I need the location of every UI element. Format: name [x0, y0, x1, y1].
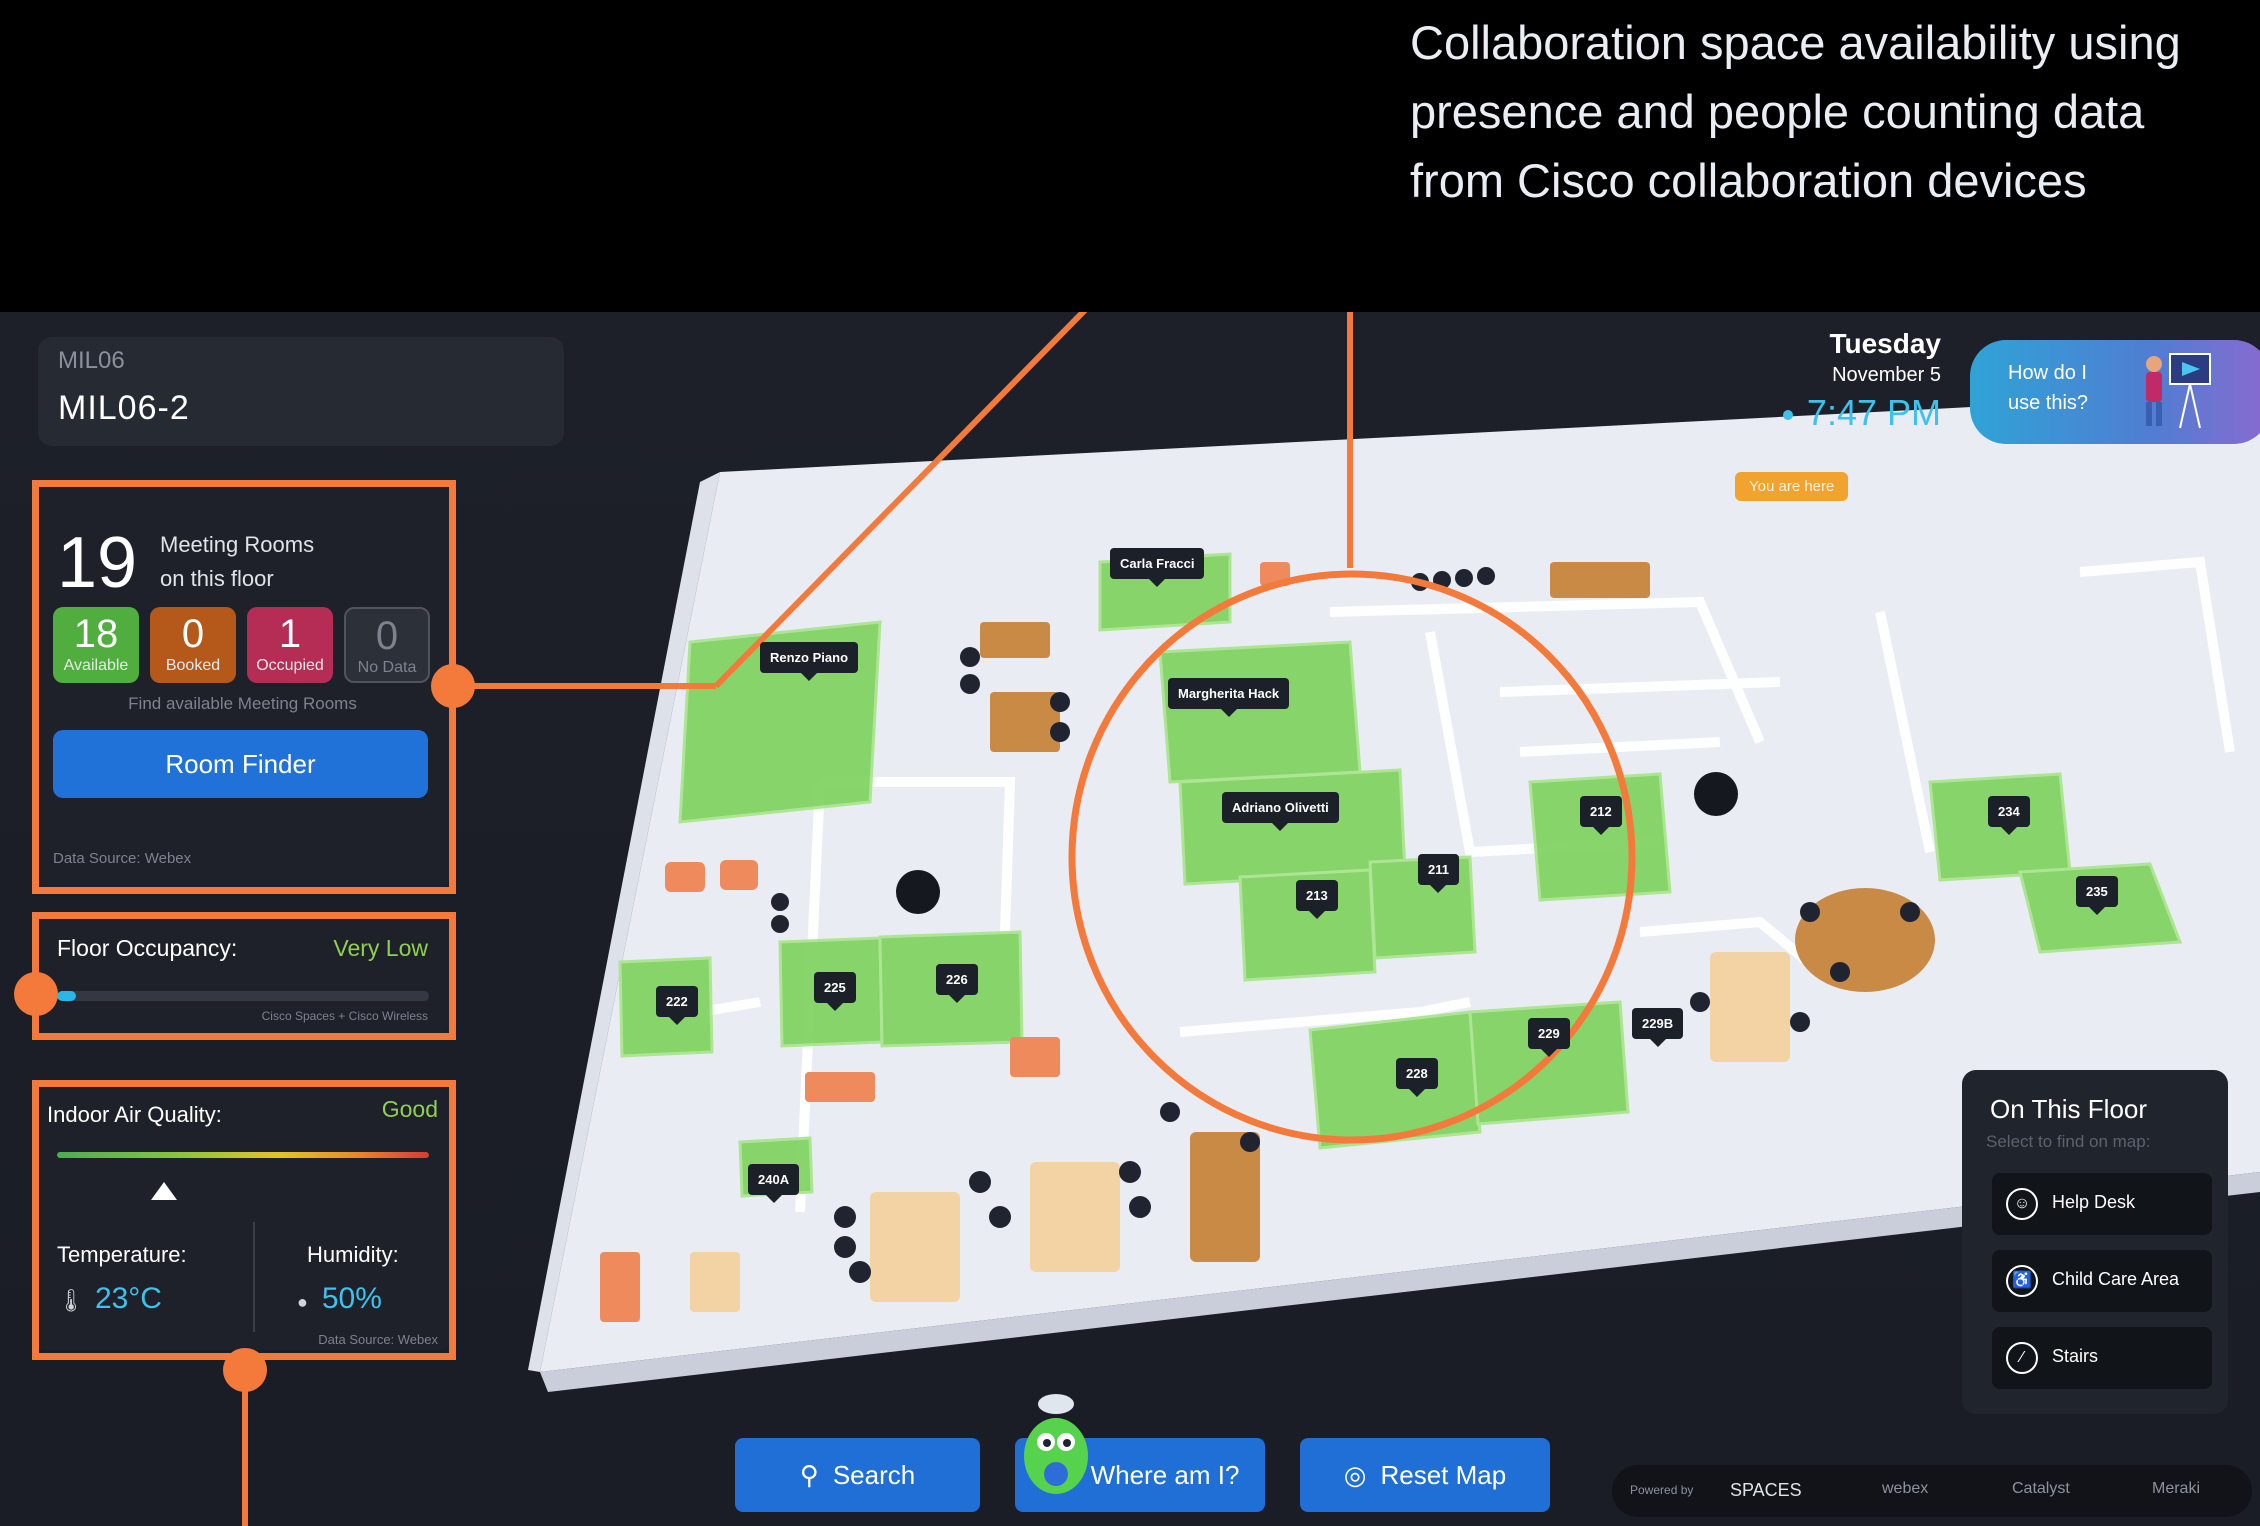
poi-child-care-label: Child Care Area — [2052, 1269, 2180, 1289]
poi-help-desk[interactable]: ☺ Help Desk — [1992, 1173, 2212, 1235]
help-button[interactable]: How do I use this? — [1970, 340, 2260, 444]
search-label: Search — [832, 1460, 916, 1490]
poi-stairs[interactable]: ∕ Stairs — [1992, 1327, 2212, 1389]
webex-logo: webex — [1882, 1480, 1929, 1497]
callout-dot-occupancy — [14, 972, 58, 1016]
poi-child-care[interactable]: ♿ Child Care Area — [1992, 1250, 2212, 1312]
wayfinding-dashboard: Carla Fracci Renzo Piano Margherita Hack… — [0, 312, 2260, 1526]
powered-by-bar: Powered by SPACES webex Catalyst Meraki — [1612, 1465, 2252, 1517]
building-code: MIL06 — [58, 347, 125, 374]
callout-line-2: presence and people counting data — [1410, 85, 2145, 138]
map-room-229b[interactable]: 229B — [1632, 1008, 1684, 1047]
powered-by-label: Powered by — [1630, 1483, 1694, 1497]
mascot-icon — [1024, 1394, 1088, 1494]
poi-stairs-label: Stairs — [2052, 1346, 2099, 1366]
live-dot-icon — [1782, 410, 1793, 421]
reset-map-label: Reset Map — [1380, 1460, 1507, 1490]
map-room-240a[interactable]: 240A — [748, 1164, 800, 1203]
map-room-213[interactable]: 213 — [1296, 880, 1338, 919]
floor-selector[interactable]: MIL06 MIL06-2 — [38, 337, 564, 446]
map-room-225[interactable]: 225 — [814, 972, 856, 1011]
callout-line-1: Collaboration space availability using — [1410, 16, 2181, 69]
map-room-226[interactable]: 226 — [936, 964, 978, 1003]
map-room-carla-fracci[interactable]: Carla Fracci — [1110, 548, 1205, 587]
map-room-229[interactable]: 229 — [1528, 1018, 1570, 1057]
date-day: Tuesday — [1829, 328, 1941, 359]
poi-help-desk-label: Help Desk — [2052, 1192, 2136, 1212]
callout-line-3: from Cisco collaboration devices — [1410, 154, 2087, 207]
search-button[interactable]: ⚲ Search — [735, 1438, 980, 1512]
stairs-icon: ∕ — [2006, 1342, 2038, 1374]
clock: 7:47 PM — [1782, 392, 1941, 434]
date-month-day: November 5 — [1832, 364, 1941, 386]
child-care-icon: ♿ — [2006, 1265, 2038, 1297]
meraki-logo: Meraki — [2152, 1480, 2201, 1497]
map-room-234[interactable]: 234 — [1988, 796, 2030, 835]
where-am-i-label: Where am I? — [1090, 1460, 1240, 1490]
map-room-212[interactable]: 212 — [1580, 796, 1622, 835]
highlight-air-quality — [32, 1080, 456, 1360]
help-text: How do I use this? — [2008, 358, 2088, 418]
map-room-renzo-piano[interactable]: Renzo Piano — [760, 642, 859, 681]
help-line2: use this? — [2008, 392, 2089, 414]
floor-name: MIL06-2 — [58, 389, 190, 427]
presenter-illustration-icon — [2146, 353, 2211, 429]
clock-time: 7:47 PM — [1806, 392, 1941, 433]
highlight-meeting-rooms — [32, 480, 456, 894]
help-line1: How do I — [2008, 362, 2087, 384]
callout-dot-air-quality — [223, 1348, 267, 1392]
on-this-floor-subtitle: Select to find on map: — [1986, 1132, 2151, 1151]
map-room-228[interactable]: 228 — [1396, 1058, 1438, 1097]
help-desk-icon: ☺ — [2006, 1188, 2038, 1220]
callout-dot-meeting-rooms — [431, 664, 475, 708]
highlight-occupancy — [32, 912, 456, 1040]
callout-caption: Collaboration space availability using p… — [1410, 8, 2250, 215]
map-room-margherita-hack[interactable]: Margherita Hack — [1168, 678, 1290, 717]
spaces-logo: SPACES — [1730, 1480, 1802, 1500]
map-room-222[interactable]: 222 — [656, 986, 698, 1025]
you-are-here-marker: You are here — [1735, 472, 1849, 501]
reset-map-button[interactable]: ◎ Reset Map — [1300, 1438, 1550, 1512]
catalyst-logo: Catalyst — [2012, 1480, 2070, 1497]
map-room-adriano-olivetti[interactable]: Adriano Olivetti — [1222, 792, 1339, 831]
map-room-211[interactable]: 211 — [1418, 854, 1459, 893]
compass-icon: ◎ — [1343, 1460, 1367, 1490]
map-room-235[interactable]: 235 — [2076, 876, 2118, 915]
search-icon: ⚲ — [799, 1460, 819, 1490]
on-this-floor-title: On This Floor — [1990, 1094, 2148, 1124]
on-this-floor-panel: On This Floor Select to find on map: ☺ H… — [1962, 1070, 2228, 1414]
